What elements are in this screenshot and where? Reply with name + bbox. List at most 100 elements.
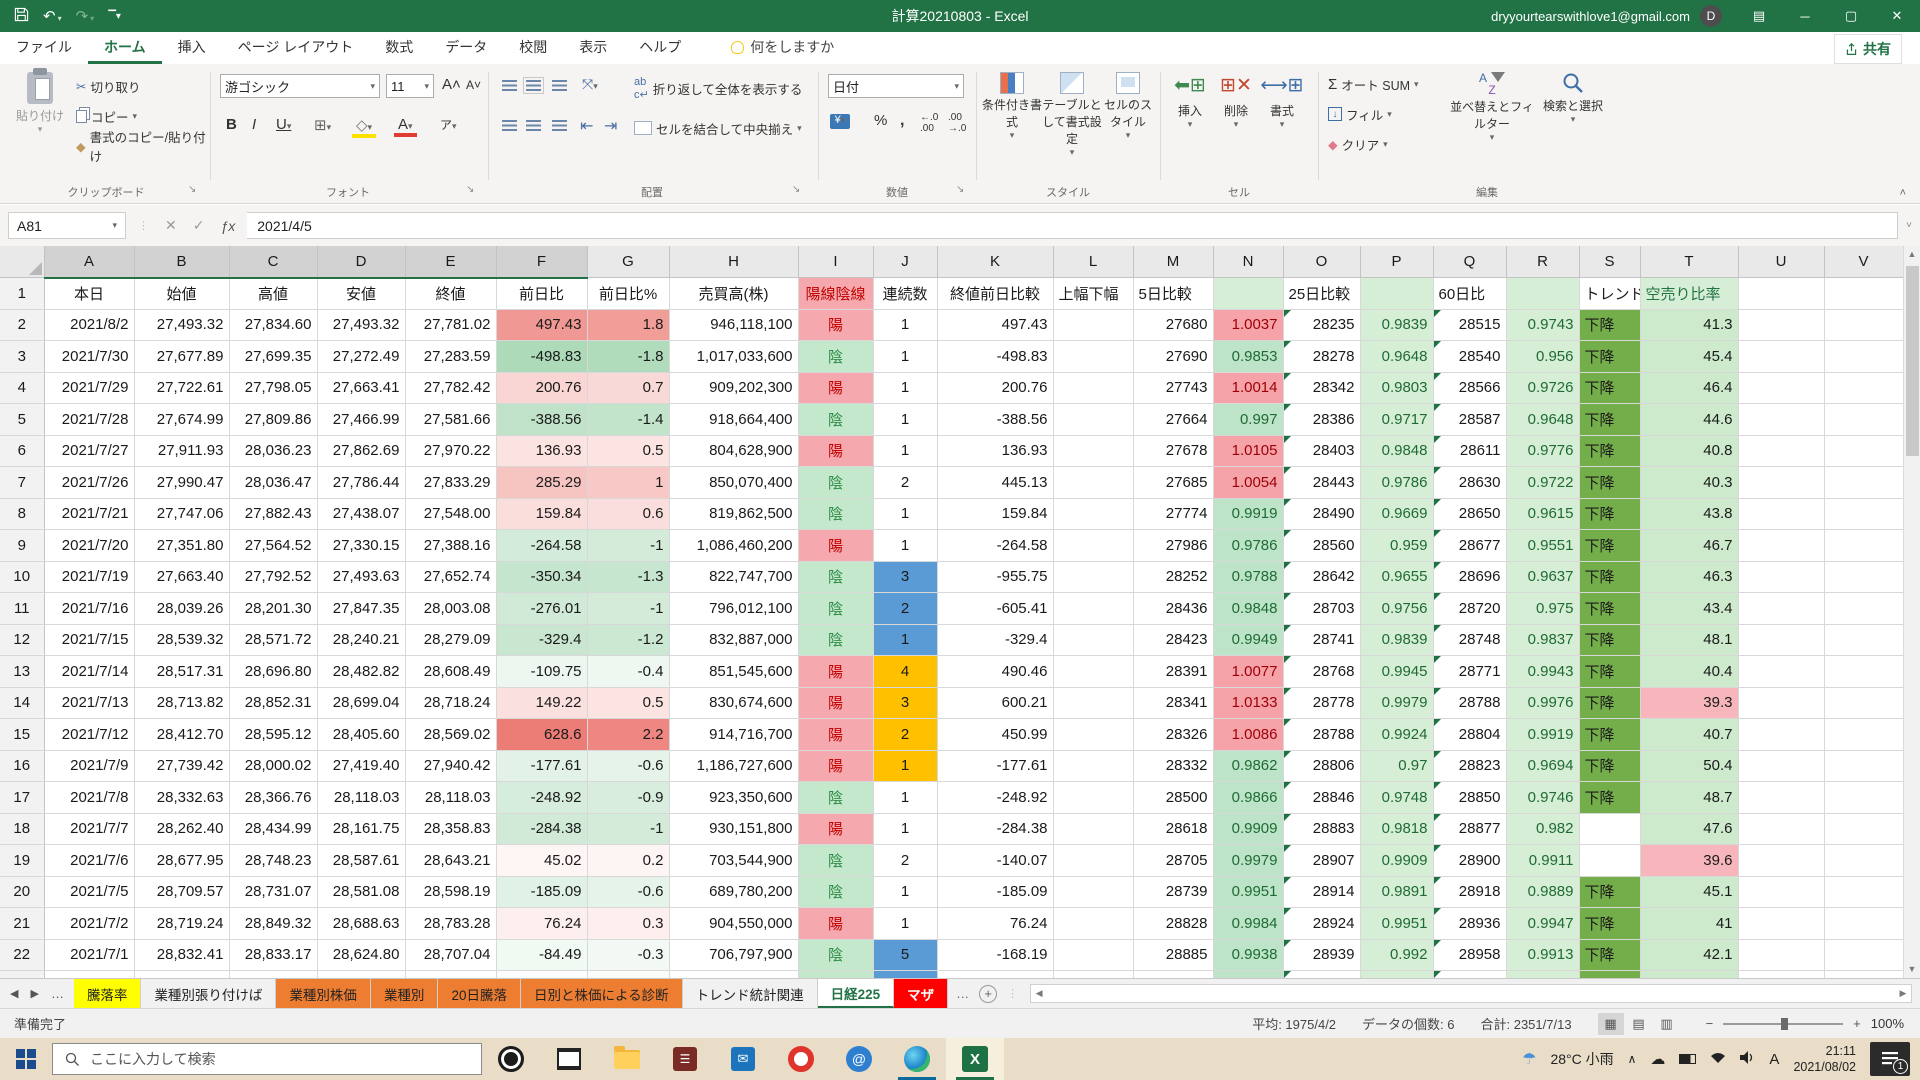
cell-T17[interactable]: 48.7	[1640, 782, 1738, 814]
cell-H14[interactable]: 830,674,600	[669, 687, 798, 719]
cell-R17[interactable]: 0.9746	[1506, 782, 1579, 814]
cell-C4[interactable]: 27,798.05	[229, 372, 317, 404]
sheet-tab-8[interactable]: 日経225	[818, 979, 895, 1008]
cell-D7[interactable]: 27,786.44	[317, 467, 405, 499]
header-cell-O1[interactable]: 25日比較	[1283, 278, 1360, 310]
clipboard-dialog-launcher-icon[interactable]: ↘	[188, 184, 196, 195]
cell-U9[interactable]	[1738, 530, 1824, 562]
cell-H23[interactable]: 772,484,500	[669, 971, 798, 979]
cell-O13[interactable]: 28768	[1283, 656, 1360, 688]
cell-T21[interactable]: 41	[1640, 908, 1738, 940]
cell-N4[interactable]: 1.0014	[1213, 372, 1283, 404]
column-header-I[interactable]: I	[798, 246, 873, 278]
header-cell-E1[interactable]: 終値	[405, 278, 496, 310]
cell-P2[interactable]: 0.9839	[1360, 309, 1433, 341]
cell-E11[interactable]: 28,003.08	[405, 593, 496, 625]
cell-D17[interactable]: 28,118.03	[317, 782, 405, 814]
cell-C7[interactable]: 28,036.47	[229, 467, 317, 499]
cell-A7[interactable]: 2021/7/26	[44, 467, 134, 499]
taskbar-app-circle-dark[interactable]	[482, 1038, 540, 1080]
cell-O23[interactable]: 28932	[1283, 971, 1360, 979]
taskbar-file-explorer[interactable]	[598, 1038, 656, 1080]
cell-L3[interactable]	[1053, 341, 1133, 373]
cell-S16[interactable]: 下降	[1579, 750, 1640, 782]
sheet-tab-6[interactable]: 日別と株価による診断	[521, 979, 683, 1008]
cell-I19[interactable]: 陰	[798, 845, 873, 877]
row-header-7[interactable]: 7	[0, 467, 44, 499]
cell-L6[interactable]	[1053, 435, 1133, 467]
cell-R19[interactable]: 0.9911	[1506, 845, 1579, 877]
cell-O4[interactable]: 28342	[1283, 372, 1360, 404]
cell-F13[interactable]: -109.75	[496, 656, 587, 688]
cell-U4[interactable]	[1738, 372, 1824, 404]
cell-H15[interactable]: 914,716,700	[669, 719, 798, 751]
cell-Q22[interactable]: 28958	[1433, 939, 1506, 971]
format-painter-button[interactable]: ◆書式のコピー/貼り付け	[76, 134, 206, 158]
cell-F11[interactable]: -276.01	[496, 593, 587, 625]
cell-S13[interactable]: 下降	[1579, 656, 1640, 688]
row-header-22[interactable]: 22	[0, 939, 44, 971]
cell-G15[interactable]: 2.2	[587, 719, 669, 751]
cell-B21[interactable]: 28,719.24	[134, 908, 229, 940]
column-header-S[interactable]: S	[1579, 246, 1640, 278]
scroll-right-icon[interactable]: ▶	[1895, 985, 1911, 1002]
cell-H12[interactable]: 832,887,000	[669, 624, 798, 656]
cell-R18[interactable]: 0.982	[1506, 813, 1579, 845]
cell-I9[interactable]: 陽	[798, 530, 873, 562]
header-cell-B1[interactable]: 始値	[134, 278, 229, 310]
cell-O18[interactable]: 28883	[1283, 813, 1360, 845]
fill-color-button[interactable]: ◇▾	[352, 116, 376, 138]
cell-V19[interactable]	[1824, 845, 1903, 877]
cell-B20[interactable]: 28,709.57	[134, 876, 229, 908]
cell-M8[interactable]: 27774	[1133, 498, 1213, 530]
cell-O2[interactable]: 28235	[1283, 309, 1360, 341]
cell-S4[interactable]: 下降	[1579, 372, 1640, 404]
fill-button[interactable]: ↓ フィル▾	[1328, 102, 1392, 126]
undo-button[interactable]: ↶▾	[43, 7, 62, 25]
insert-function-icon[interactable]: ƒx	[220, 218, 235, 234]
decrease-decimal-icon[interactable]: .00→.0	[948, 112, 966, 134]
header-cell-C1[interactable]: 高値	[229, 278, 317, 310]
sort-filter-button[interactable]: AZ 並べ替えとフィルター▾	[1450, 72, 1534, 143]
customize-qat-button[interactable]: ▔▾	[108, 11, 121, 22]
cell-B10[interactable]: 27,663.40	[134, 561, 229, 593]
column-header-Q[interactable]: Q	[1433, 246, 1506, 278]
cell-L5[interactable]	[1053, 404, 1133, 436]
cell-H21[interactable]: 904,550,000	[669, 908, 798, 940]
cell-V8[interactable]	[1824, 498, 1903, 530]
header-cell-G1[interactable]: 前日比%	[587, 278, 669, 310]
sheet-tab-9[interactable]: マザ	[894, 979, 948, 1008]
notification-center-icon[interactable]: 1	[1870, 1042, 1910, 1076]
column-header-P[interactable]: P	[1360, 246, 1433, 278]
cell-H10[interactable]: 822,747,700	[669, 561, 798, 593]
cell-Q20[interactable]: 28918	[1433, 876, 1506, 908]
cell-T6[interactable]: 40.8	[1640, 435, 1738, 467]
column-header-A[interactable]: A	[44, 246, 134, 278]
cell-M3[interactable]: 27690	[1133, 341, 1213, 373]
cell-E6[interactable]: 27,970.22	[405, 435, 496, 467]
cell-U18[interactable]	[1738, 813, 1824, 845]
cell-N20[interactable]: 0.9951	[1213, 876, 1283, 908]
cell-P11[interactable]: 0.9756	[1360, 593, 1433, 625]
cell-K9[interactable]: -264.58	[937, 530, 1053, 562]
tab-help[interactable]: ヘルプ	[623, 31, 697, 64]
cell-P14[interactable]: 0.9979	[1360, 687, 1433, 719]
cell-L17[interactable]	[1053, 782, 1133, 814]
cell-D5[interactable]: 27,466.99	[317, 404, 405, 436]
column-header-T[interactable]: T	[1640, 246, 1738, 278]
maximize-button[interactable]: ▢	[1828, 0, 1874, 32]
formula-input[interactable]: 2021/4/5	[247, 212, 1898, 239]
cell-T3[interactable]: 45.4	[1640, 341, 1738, 373]
cell-T19[interactable]: 39.6	[1640, 845, 1738, 877]
cell-B6[interactable]: 27,911.93	[134, 435, 229, 467]
cell-K4[interactable]: 200.76	[937, 372, 1053, 404]
cell-P6[interactable]: 0.9848	[1360, 435, 1433, 467]
cell-F15[interactable]: 628.6	[496, 719, 587, 751]
cell-T10[interactable]: 46.3	[1640, 561, 1738, 593]
autosum-button[interactable]: Σ オート SUM▾	[1328, 72, 1419, 96]
header-cell-H1[interactable]: 売買高(株)	[669, 278, 798, 310]
cell-M9[interactable]: 27986	[1133, 530, 1213, 562]
cell-E8[interactable]: 27,548.00	[405, 498, 496, 530]
cell-C17[interactable]: 28,366.76	[229, 782, 317, 814]
row-header-17[interactable]: 17	[0, 782, 44, 814]
